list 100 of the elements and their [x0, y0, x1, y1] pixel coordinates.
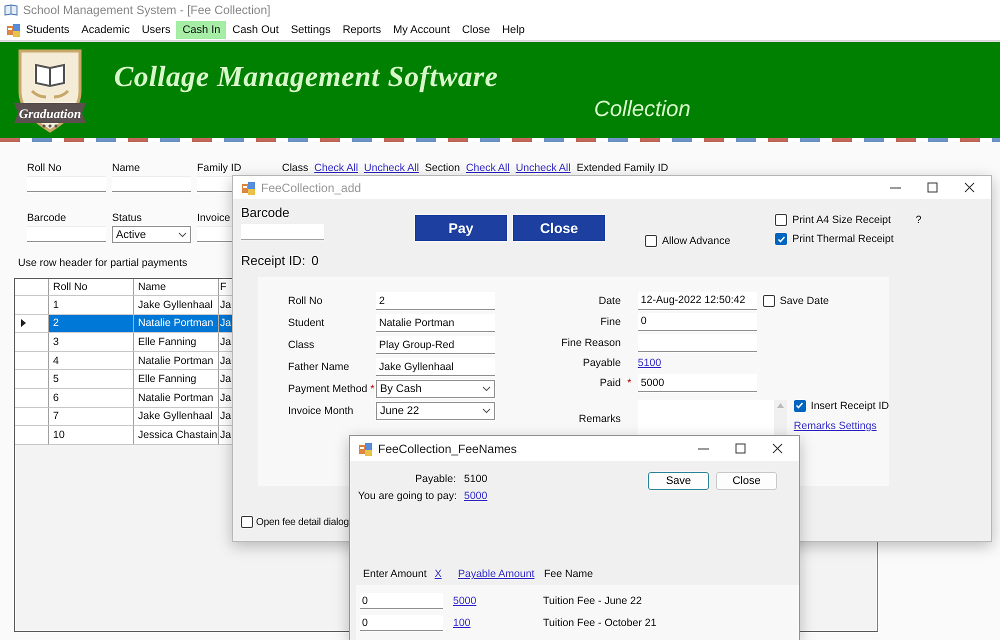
maximize-icon[interactable]: [927, 182, 938, 193]
help-mark[interactable]: ?: [916, 214, 922, 226]
field-label: Invoice Month: [288, 405, 354, 417]
maximize-icon[interactable]: [735, 443, 746, 454]
input-field[interactable]: 0: [638, 312, 757, 331]
checkbox-label: Save Date: [780, 294, 829, 307]
input-field[interactable]: Natalie Portman: [376, 314, 495, 332]
field-label: Barcode: [241, 205, 290, 220]
hint-text: Use row header for partial payments: [18, 257, 188, 269]
field-label: Status: [112, 212, 143, 224]
menu-item[interactable]: Settings: [284, 21, 337, 39]
field-label: Payment Method: [288, 383, 368, 395]
close-icon[interactable]: [964, 182, 975, 193]
caret-icon: [178, 232, 187, 238]
book-icon: [4, 3, 18, 17]
field-label: Barcode: [27, 212, 68, 224]
menu-item[interactable]: Help: [496, 21, 531, 39]
link[interactable]: Payable Amount: [458, 568, 544, 580]
table-cell: 10: [49, 426, 134, 445]
link[interactable]: Check All: [466, 162, 510, 174]
link[interactable]: Uncheck All: [364, 162, 419, 174]
input-field[interactable]: 5000: [638, 374, 757, 392]
checkbox[interactable]: [775, 214, 788, 226]
input-field[interactable]: Jake Gyllenhaal: [376, 358, 495, 376]
field-label: Fine Reason: [560, 336, 621, 349]
dialog-title: FeeCollection_FeeNames: [378, 442, 517, 456]
window-title: School Management System - [Fee Collection]: [23, 3, 270, 17]
menu-item[interactable]: My Account: [387, 21, 456, 39]
dialog-title: FeeCollection_add: [261, 180, 362, 194]
link[interactable]: 5100: [638, 357, 662, 370]
menu-item[interactable]: Users: [136, 21, 176, 39]
field-label: Paid: [598, 377, 621, 390]
dropdown[interactable]: June 22: [376, 402, 495, 420]
caret-icon: [482, 386, 491, 392]
fee-name: Tuition Fee - June 22: [543, 595, 642, 607]
field-label: Remarks: [578, 412, 621, 425]
field-label: Class: [288, 339, 314, 351]
column-header: Fee Name: [544, 568, 594, 580]
field-label: Student: [288, 317, 324, 329]
close-button[interactable]: Close: [513, 215, 605, 241]
save-button[interactable]: Save: [648, 472, 709, 490]
required-mark: *: [626, 377, 632, 390]
column-header: Enter Amount: [363, 568, 427, 580]
checkbox-label: Print A4 Size Receipt: [792, 214, 891, 226]
link[interactable]: Remarks Settings: [794, 420, 889, 432]
field-label: Receipt ID:: [241, 253, 306, 268]
field-label: Father Name: [288, 361, 350, 373]
fee-name: Tuition Fee - October 21: [543, 617, 656, 629]
app-icon: [358, 442, 372, 456]
checkbox-label: Allow Advance: [662, 235, 730, 247]
menu-item[interactable]: Close: [456, 21, 496, 39]
close-icon[interactable]: [772, 443, 783, 454]
checkbox[interactable]: [645, 235, 657, 247]
up-arrow-icon[interactable]: [776, 402, 784, 408]
field-label: Class: [282, 162, 308, 174]
field-label: Date: [598, 294, 621, 307]
checkbox[interactable]: [794, 400, 806, 412]
input-field[interactable]: [241, 224, 324, 240]
input-field[interactable]: [638, 334, 757, 352]
menu-item[interactable]: Cash In: [176, 21, 226, 39]
input-field[interactable]: 0: [360, 615, 443, 631]
menu-item[interactable]: Students: [20, 21, 76, 39]
amount-value: 5100: [464, 473, 488, 485]
input-field[interactable]: 2: [376, 292, 495, 310]
checkbox[interactable]: [241, 516, 253, 528]
dropdown[interactable]: By Cash: [376, 380, 495, 398]
field-label: Extended Family ID: [576, 162, 668, 174]
link[interactable]: 5000: [464, 490, 488, 502]
field-label: Family ID: [197, 162, 242, 174]
link[interactable]: Uncheck All: [516, 162, 571, 174]
menu-item[interactable]: Cash Out: [226, 21, 285, 39]
menu-item[interactable]: Reports: [336, 21, 388, 39]
checkbox[interactable]: [775, 233, 788, 245]
field-label: Section: [424, 162, 460, 174]
link[interactable]: 5000: [453, 595, 543, 607]
caret-icon: [482, 408, 491, 414]
row-header[interactable]: [15, 314, 49, 334]
checkbox[interactable]: [762, 294, 775, 307]
link[interactable]: 100: [453, 617, 543, 629]
banner-title: Collage Management Software: [114, 61, 500, 94]
dropdown[interactable]: Active: [112, 226, 191, 243]
input-field[interactable]: 0: [360, 593, 443, 609]
close-button[interactable]: Close: [716, 472, 777, 490]
input-field[interactable]: Play Group-Red: [376, 336, 495, 354]
link[interactable]: Check All: [314, 162, 358, 174]
receipt-id-value: 0: [311, 253, 319, 268]
app-icon: [241, 180, 255, 194]
app-icon[interactable]: [6, 23, 20, 37]
link[interactable]: X: [434, 568, 442, 580]
input-field[interactable]: 12-Aug-2022 12:50:42: [638, 292, 757, 310]
field-label: You are going to pay:: [358, 490, 456, 502]
table-cell: Jessica Chastain: [134, 426, 219, 445]
checkbox-label: Open fee detail dialog: [256, 516, 349, 528]
pay-button[interactable]: Pay: [415, 215, 507, 241]
field-label: Roll No: [27, 162, 62, 174]
menu-item[interactable]: Academic: [75, 21, 136, 39]
current-row-icon: [21, 319, 26, 328]
banner-subtitle: Collection: [594, 96, 691, 122]
field-label: Roll No: [288, 295, 322, 307]
field-label: Name: [112, 162, 142, 174]
